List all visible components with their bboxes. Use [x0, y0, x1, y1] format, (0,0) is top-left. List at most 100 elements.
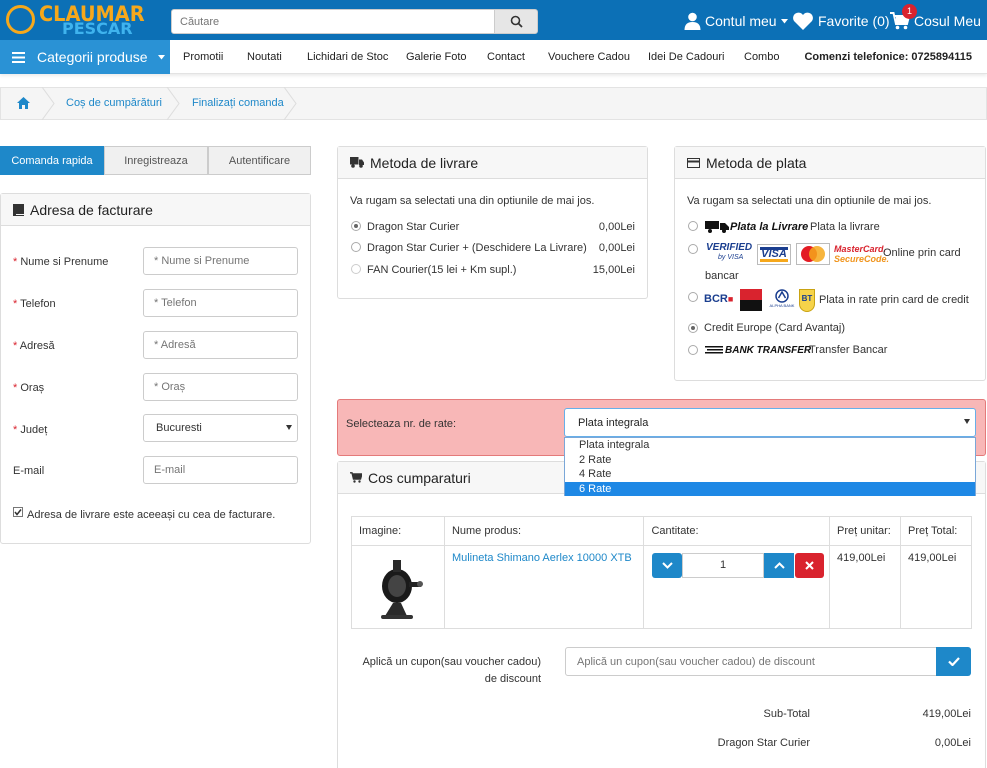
nav-item-lichidari[interactable]: Lichidari de Stoc — [307, 40, 388, 74]
truck-icon — [705, 221, 729, 233]
tab-register[interactable]: Inregistreaza — [104, 146, 208, 175]
breadcrumb-separator — [283, 87, 297, 120]
search-input[interactable] — [171, 9, 495, 34]
phone-field[interactable] — [143, 289, 298, 317]
subtotal-label: Sub-Total — [763, 708, 810, 720]
installments-dropdown: Plata integrala 2 Rate 4 Rate 6 Rate — [564, 437, 976, 496]
delivery-option-label: FAN Courier(15 lei + Km supl.) — [367, 264, 517, 276]
product-image-cell — [351, 545, 445, 629]
logo-text-bottom: PESCAR — [62, 19, 133, 38]
home-icon — [17, 97, 30, 109]
cart-icon — [350, 472, 362, 483]
chevron-down-icon — [661, 562, 673, 569]
shipping-value: 0,00Lei — [934, 737, 971, 749]
phone-orders: Comenzi telefonice: 0725894115 — [804, 51, 972, 63]
bank-transfer-lines-icon — [705, 346, 723, 354]
quantity-input[interactable]: 1 — [682, 553, 764, 578]
label-name: * Nume si Prenume — [13, 256, 109, 268]
same-address-checkbox[interactable] — [13, 507, 23, 517]
bt-logo: BT — [799, 289, 815, 312]
mastercard-securecode-logo: MasterCard. SecureCode. — [834, 244, 890, 264]
dropdown-option[interactable]: 2 Rate — [565, 453, 975, 468]
nav-item-noutati[interactable]: Noutati — [247, 40, 282, 74]
dropdown-option[interactable]: 4 Rate — [565, 467, 975, 482]
city-field[interactable] — [143, 373, 298, 401]
visa-logo: VISA — [757, 244, 791, 265]
card-label-2: bancar — [705, 270, 739, 282]
label-city: * Oraș — [13, 382, 45, 394]
payment-title: Metoda de plata — [706, 154, 807, 171]
coupon-label: Aplică un cupon(sau voucher cadou) de di… — [362, 656, 541, 685]
nav-item-vouchere[interactable]: Vouchere Cadou — [548, 40, 630, 74]
credit-europe-label: Credit Europe (Card Avantaj) — [704, 322, 846, 334]
label-county: * Județ — [13, 424, 48, 436]
address-field[interactable] — [143, 331, 298, 359]
coupon-input[interactable] — [565, 647, 937, 676]
cod-logo-text: Plata la Livrare — [730, 221, 809, 233]
name-field[interactable] — [143, 247, 298, 275]
payment-radio-cod[interactable] — [688, 221, 698, 231]
remove-item-button[interactable] — [795, 553, 824, 578]
crumb-checkout[interactable]: Finalizați comanda — [192, 87, 284, 120]
favorites-link[interactable]: Favorite (0) — [792, 9, 890, 33]
mastercard-logo — [796, 243, 830, 265]
county-select[interactable]: Bucuresti — [143, 414, 298, 442]
payment-radio-bank-transfer[interactable] — [688, 345, 698, 355]
label-phone: * Telefon — [13, 298, 56, 310]
payment-radio-credit-europe[interactable] — [688, 323, 698, 333]
categories-button[interactable]: Categorii produse — [0, 40, 170, 74]
product-name-cell: Mulineta Shimano Aerlex 10000 XTB — [443, 545, 645, 629]
label-address: * Adresă — [13, 340, 55, 352]
tab-login[interactable]: Autentificare — [208, 146, 311, 175]
delivery-option-label: Dragon Star Curier — [367, 221, 460, 233]
select-caret-icon — [964, 419, 970, 424]
cod-label: Plata la livrare — [810, 221, 880, 233]
same-address-label: Adresa de livrare este aceeași cu cea de… — [27, 509, 276, 521]
search-button[interactable] — [494, 9, 538, 34]
delivery-radio-dragon-plus[interactable] — [351, 242, 361, 252]
caret-down-icon — [157, 54, 165, 59]
crumb-cart[interactable]: Coș de cumpărături — [66, 87, 162, 120]
cart-label: Cosul Meu — [914, 13, 981, 29]
col-product-name: Nume produs: — [443, 516, 645, 546]
delivery-title: Metoda de livrare — [370, 154, 479, 171]
cart-count-badge: 1 — [902, 4, 917, 19]
installments-label: Plata in rate prin card de credit — [819, 294, 969, 306]
delivery-radio-dragon[interactable] — [351, 221, 361, 231]
bank-logo-red — [740, 289, 762, 311]
apply-coupon-button[interactable] — [936, 647, 971, 676]
payment-intro: Va rugam sa selectati una din optiunile … — [687, 195, 932, 207]
dropdown-option-highlighted[interactable]: 6 Rate — [565, 481, 975, 496]
account-menu[interactable]: Contul meu — [684, 9, 788, 33]
nav-item-promotii[interactable]: Promotii — [183, 40, 223, 74]
site-logo[interactable]: CLAUMAR PESCAR — [4, 2, 154, 38]
delivery-radio-fan[interactable] — [351, 264, 361, 274]
categories-label: Categorii produse — [37, 49, 148, 65]
payment-panel-header: Metoda de plata — [675, 147, 985, 179]
nav-item-idei-cadouri[interactable]: Idei De Cadouri — [648, 40, 724, 74]
payment-radio-installments[interactable] — [688, 292, 698, 302]
installments-select[interactable]: Plata integrala — [564, 408, 976, 437]
dropdown-option[interactable]: Plata integrala — [565, 438, 975, 453]
nav-item-contact[interactable]: Contact — [487, 40, 525, 74]
product-image[interactable] — [373, 556, 423, 622]
increase-qty-button[interactable] — [764, 553, 794, 578]
unit-price-cell: 419,00Lei — [829, 545, 901, 629]
bank-transfer-label: Transfer Bancar — [809, 344, 888, 356]
label-email: E-mail — [13, 465, 45, 477]
alpha-bank-logo: ALPHA BANK — [768, 289, 796, 311]
truck-icon — [350, 157, 364, 168]
nav-item-combo[interactable]: Combo — [744, 40, 779, 74]
card-label: Online prin card — [883, 247, 961, 259]
payment-radio-card[interactable] — [688, 244, 698, 254]
installments-select-label: Selecteaza nr. de rate: — [346, 418, 457, 430]
product-name-link[interactable]: Mulineta Shimano Aerlex 10000 XTB — [452, 552, 632, 564]
tab-quick-order[interactable]: Comanda rapida — [0, 146, 104, 175]
home-crumb[interactable] — [17, 97, 30, 109]
caret-down-icon — [780, 18, 788, 23]
search-icon — [510, 15, 523, 28]
email-field[interactable] — [143, 456, 298, 484]
decrease-qty-button[interactable] — [652, 553, 682, 578]
col-quantity: Cantitate: — [643, 516, 831, 546]
nav-item-galerie[interactable]: Galerie Foto — [406, 40, 467, 74]
